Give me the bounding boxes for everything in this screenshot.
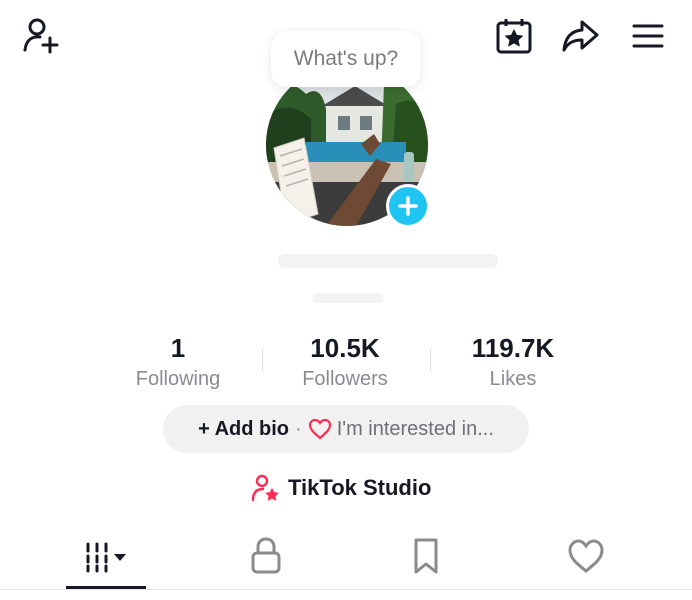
add-bio-button[interactable]: + Add bio [198,418,289,441]
status-bubble[interactable]: What's up? [271,31,421,87]
display-name-placeholder [278,254,498,268]
tab-videos[interactable] [71,530,141,582]
stat-following[interactable]: 1 Following [103,333,253,393]
tiktok-studio-label: TikTok Studio [288,475,432,500]
stat-likes-value: 119.7K [471,333,555,363]
tab-private[interactable] [231,530,301,582]
add-avatar-button[interactable] [386,184,430,228]
creator-star-icon [251,474,279,502]
tab-saved[interactable] [391,530,461,582]
bio-separator: · [295,417,302,440]
calendar-star-icon[interactable] [492,14,536,58]
menu-icon[interactable] [626,14,670,58]
interests-button[interactable]: I'm interested in... [308,418,494,441]
bookmark-icon [414,538,438,574]
status-bubble-text: What's up? [293,47,399,70]
plus-icon [398,196,418,216]
share-icon[interactable] [558,14,602,58]
chevron-down-icon [114,554,126,561]
username-placeholder [312,293,384,303]
add-friend-icon[interactable] [20,14,64,58]
bio-pill: + Add bio · I'm interested in... [163,405,529,453]
stat-likes[interactable]: 119.7K Likes [438,333,588,393]
stat-followers-value: 10.5K [310,333,380,363]
stat-following-label: Following [135,368,221,390]
tab-liked[interactable] [551,530,621,582]
stat-followers-label: Followers [302,368,388,390]
videos-grid-icon [86,542,126,573]
stat-divider [430,349,431,371]
stat-following-value: 1 [170,333,186,363]
tiktok-studio-link[interactable]: TikTok Studio [250,470,431,506]
tabs-divider [0,589,692,590]
stat-followers[interactable]: 10.5K Followers [270,333,420,393]
stat-likes-label: Likes [489,368,537,390]
interests-label: I'm interested in... [336,417,494,440]
stat-divider [262,349,263,371]
lock-icon [251,537,281,574]
heart-icon [308,418,331,440]
heart-icon [568,539,604,573]
